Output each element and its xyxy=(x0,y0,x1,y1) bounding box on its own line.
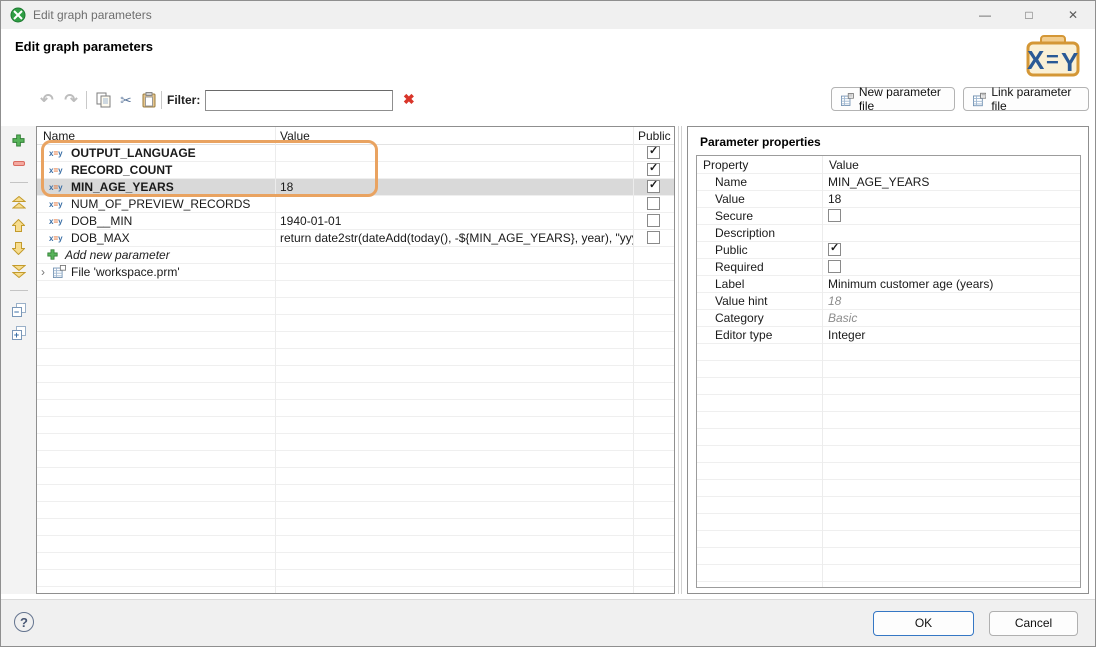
property-row[interactable]: Value18 xyxy=(697,191,1080,208)
collapse-all-icon[interactable]: − xyxy=(12,303,26,317)
undo-icon[interactable]: ↶ xyxy=(37,90,57,110)
title-bar: Edit graph parameters — □ ✕ xyxy=(1,1,1095,29)
public-checkbox[interactable] xyxy=(647,214,660,227)
property-row[interactable]: NameMIN_AGE_YEARS xyxy=(697,174,1080,191)
move-down-icon[interactable] xyxy=(12,241,25,255)
property-row[interactable]: Secure xyxy=(697,208,1080,225)
table-row[interactable]: x=yRECORD_COUNT xyxy=(37,162,674,179)
redo-icon[interactable]: ↷ xyxy=(61,90,81,110)
move-bottom-icon[interactable] xyxy=(12,264,26,278)
panel-splitter[interactable] xyxy=(677,126,685,594)
table-header: Name Value Public xyxy=(37,127,674,145)
public-checkbox[interactable] xyxy=(647,146,660,159)
parameter-xy-icon: x=y xyxy=(49,146,71,162)
table-row-selected[interactable]: x=yMIN_AGE_YEARS 18 xyxy=(37,179,674,196)
page-title: Edit graph parameters xyxy=(15,39,153,54)
window-title: Edit graph parameters xyxy=(33,1,152,29)
toolbar-separator xyxy=(10,290,28,291)
close-button[interactable]: ✕ xyxy=(1051,1,1095,29)
clear-filter-icon[interactable]: ✖ xyxy=(403,91,415,108)
cut-icon[interactable]: ✂ xyxy=(116,90,136,110)
new-parameter-file-button[interactable]: New parameter file xyxy=(831,87,955,111)
new-parameter-file-label: New parameter file xyxy=(859,85,945,113)
column-header-property: Property xyxy=(703,156,748,174)
public-checkbox[interactable] xyxy=(647,180,660,193)
parameter-properties-panel: Parameter properties Property Value Name… xyxy=(687,126,1089,594)
add-new-parameter-row[interactable]: Add new parameter xyxy=(37,247,674,264)
filter-input[interactable] xyxy=(205,90,393,111)
table-row[interactable]: x=yDOB__MIN 1940-01-01 xyxy=(37,213,674,230)
help-icon[interactable]: ? xyxy=(14,612,34,632)
paste-icon[interactable] xyxy=(139,90,159,110)
parameter-xy-icon: x=y xyxy=(49,231,71,247)
property-row[interactable]: Required xyxy=(697,259,1080,276)
public-checkbox[interactable] xyxy=(647,163,660,176)
column-header-public: Public xyxy=(638,127,671,145)
toolbar-separator xyxy=(86,91,87,109)
minimize-button[interactable]: — xyxy=(963,1,1007,29)
property-row[interactable]: Editor typeInteger xyxy=(697,327,1080,344)
parameter-xy-icon: x=y xyxy=(49,163,71,179)
expand-all-icon[interactable]: + xyxy=(12,326,26,340)
property-row[interactable]: LabelMinimum customer age (years) xyxy=(697,276,1080,293)
ok-button[interactable]: OK xyxy=(873,611,974,636)
public-checkbox[interactable] xyxy=(647,197,660,210)
property-row[interactable]: Public xyxy=(697,242,1080,259)
toolbar-separator xyxy=(10,182,28,183)
table-row[interactable]: x=yDOB_MAX return date2str(dateAdd(today… xyxy=(37,230,674,247)
column-header-name: Name xyxy=(43,127,75,145)
parameter-file-icon xyxy=(53,265,66,278)
property-row[interactable]: Description xyxy=(697,225,1080,242)
filter-label: Filter: xyxy=(167,93,200,107)
toolbar: ↶ ↷ ✂ Filter: ✖ New parameter file Link … xyxy=(1,87,1095,115)
empty-table-rows xyxy=(37,281,674,593)
cancel-button[interactable]: Cancel xyxy=(989,611,1078,636)
move-up-icon[interactable] xyxy=(12,218,25,232)
property-row[interactable]: CategoryBasic xyxy=(697,310,1080,327)
remove-parameter-icon[interactable] xyxy=(13,156,25,170)
add-parameter-icon[interactable] xyxy=(12,133,25,147)
link-parameter-file-button[interactable]: Link parameter file xyxy=(963,87,1089,111)
link-parameter-file-label: Link parameter file xyxy=(991,85,1079,113)
property-row[interactable]: Value hint18 xyxy=(697,293,1080,310)
table-row[interactable]: x=yOUTPUT_LANGUAGE xyxy=(37,145,674,162)
parameters-side-toolbar: − + xyxy=(1,126,36,594)
edit-graph-parameters-dialog: Edit graph parameters — □ ✕ Edit graph p… xyxy=(0,0,1096,647)
dialog-footer: ? OK Cancel xyxy=(1,599,1095,646)
parameter-xy-icon: x=y xyxy=(49,214,71,230)
maximize-button[interactable]: □ xyxy=(1007,1,1051,29)
svg-text:Y: Y xyxy=(1061,47,1078,77)
public-checkbox[interactable] xyxy=(647,231,660,244)
move-top-icon[interactable] xyxy=(12,195,26,209)
expand-chevron-icon[interactable]: › xyxy=(41,264,53,280)
parameter-file-icon xyxy=(841,92,854,107)
parameters-table: Name Value Public x=yOUTPUT_LANGUAGE x=y… xyxy=(36,126,675,594)
public-checkbox[interactable] xyxy=(828,243,841,256)
svg-text:=: = xyxy=(1046,47,1059,72)
parameter-xy-icon: x=y xyxy=(49,180,71,196)
add-icon xyxy=(47,249,58,260)
parameter-xy-icon: x=y xyxy=(49,197,71,213)
empty-property-rows xyxy=(697,344,1080,587)
app-icon xyxy=(10,7,26,23)
toolbar-separator xyxy=(161,91,162,109)
properties-table: Property Value NameMIN_AGE_YEARS Value18… xyxy=(696,155,1081,588)
column-header-value: Value xyxy=(829,156,859,174)
copy-icon[interactable] xyxy=(93,90,113,110)
svg-text:X: X xyxy=(1027,45,1045,75)
secure-checkbox[interactable] xyxy=(828,209,841,222)
properties-table-header: Property Value xyxy=(697,156,1080,174)
parameter-file-row[interactable]: ›File 'workspace.prm' xyxy=(37,264,674,281)
properties-panel-title: Parameter properties xyxy=(700,135,821,149)
column-header-value: Value xyxy=(280,127,310,145)
required-checkbox[interactable] xyxy=(828,260,841,273)
parameter-file-icon xyxy=(973,92,986,107)
table-row[interactable]: x=yNUM_OF_PREVIEW_RECORDS xyxy=(37,196,674,213)
parameters-logo-icon: X = Y xyxy=(1025,33,1081,79)
